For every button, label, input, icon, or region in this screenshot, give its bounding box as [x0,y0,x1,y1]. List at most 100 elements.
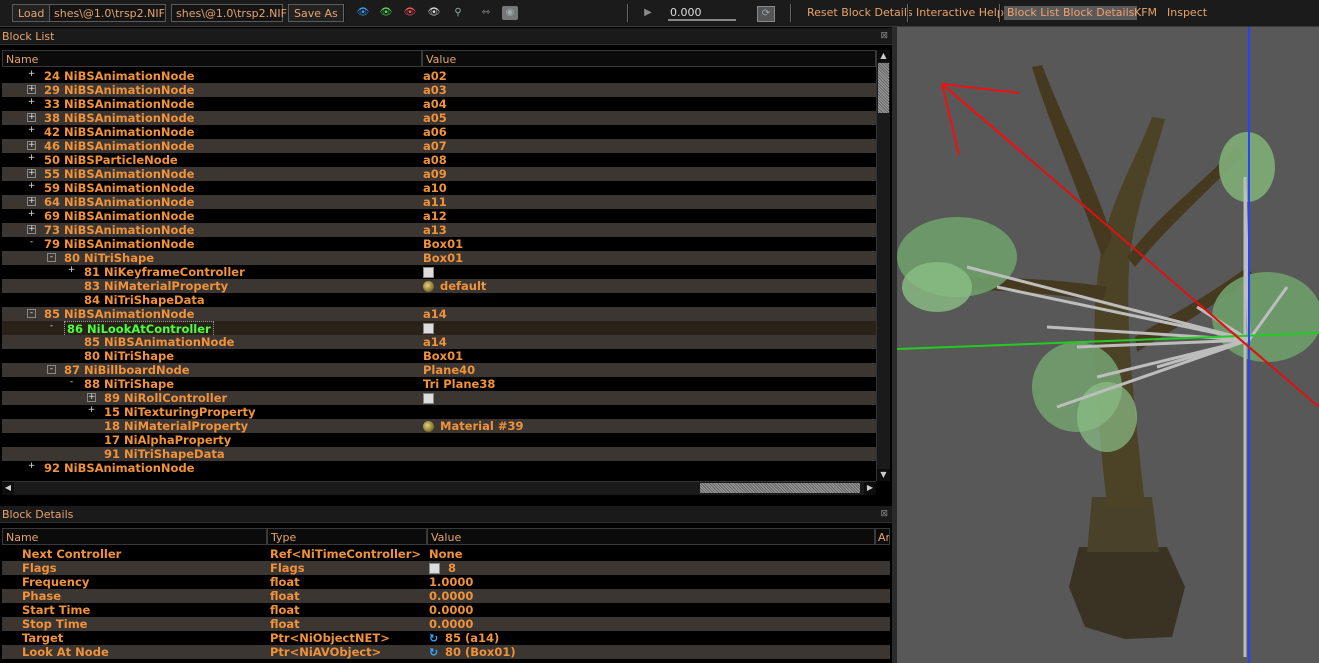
block-row[interactable]: +24 NiBSAnimationNode a02 [2,69,876,83]
expand-icon[interactable]: + [27,462,36,472]
expand-icon[interactable]: + [87,406,96,416]
expand-icon[interactable]: + [87,393,96,402]
expand-icon[interactable]: + [27,85,36,94]
block-row[interactable]: -87 NiBillboardNode Plane40 [2,363,876,377]
flip-icon[interactable]: ⇿ [478,6,494,20]
block-row[interactable]: 91 NiTriShapeData [2,447,876,461]
detail-value[interactable]: 1.0000 [429,575,473,589]
view-user-icon[interactable]: 👁 [426,6,442,20]
block-row[interactable]: +46 NiBSAnimationNode a07 [2,139,876,153]
detail-value[interactable]: ↻ 85 (a14) [429,631,499,645]
block-row[interactable]: 80 NiTriShape Box01 [2,349,876,363]
block-row[interactable]: 85 NiBSAnimationNode a14 [2,335,876,349]
detail-value[interactable]: None [429,547,463,561]
detail-row[interactable]: Start Time float 0.0000 [2,603,890,617]
details-header-extra[interactable]: An [875,528,890,545]
block-details-toggle[interactable]: Block Details [1060,6,1138,20]
block-row[interactable]: +81 NiKeyframeController [2,265,876,279]
render-viewport[interactable] [897,27,1319,663]
block-row[interactable]: -86 NiLookAtController [2,321,876,337]
kfm-button[interactable]: KFM [1134,4,1157,22]
detail-row[interactable]: Next Controller Ref<NiTimeController> None [2,547,890,561]
block-row[interactable]: +59 NiBSAnimationNode a10 [2,181,876,195]
detail-value[interactable]: 0.0000 [429,603,473,617]
close-icon[interactable]: ⊠ [880,28,888,45]
detail-row[interactable]: Flags Flags 8 [2,561,890,575]
expand-icon[interactable]: + [27,70,36,80]
block-row[interactable]: +50 NiBSParticleNode a08 [2,153,876,167]
scroll-left-icon[interactable]: ◀ [2,482,14,495]
close-icon[interactable]: ⊠ [880,506,888,523]
view-side-icon[interactable]: 👁 [378,6,394,20]
block-row[interactable]: +29 NiBSAnimationNode a03 [2,83,876,97]
expand-icon[interactable]: + [27,113,36,122]
block-row[interactable]: 83 NiMaterialProperty default [2,279,876,293]
block-row[interactable]: -79 NiBSAnimationNode Box01 [2,237,876,251]
block-row[interactable]: -80 NiTriShape Box01 [2,251,876,265]
detail-value[interactable]: 8 [429,561,456,575]
scroll-thumb[interactable] [878,63,889,113]
block-list-vscroll[interactable]: ▲ ▼ [876,50,890,481]
block-row[interactable]: +33 NiBSAnimationNode a04 [2,97,876,111]
detail-row[interactable]: Phase float 0.0000 [2,589,890,603]
collapse-icon[interactable]: - [47,253,56,262]
detail-value[interactable]: 0.0000 [429,617,473,631]
details-header-name[interactable]: Name [2,528,267,545]
expand-icon[interactable]: + [27,141,36,150]
save-as-button[interactable]: Save As [288,4,344,22]
perspective-icon[interactable]: ◉ [502,6,518,20]
block-list-toggle[interactable]: Block List [1004,6,1063,20]
detail-row[interactable]: Look At Node Ptr<NiAVObject> ↻ 80 (Box01) [2,645,890,659]
block-row[interactable]: +92 NiBSAnimationNode [2,461,876,475]
scroll-up-icon[interactable]: ▲ [877,50,890,62]
block-row[interactable]: 84 NiTriShapeData [2,293,876,307]
load-button[interactable]: Load [12,4,51,22]
inspect-button[interactable]: Inspect [1167,4,1207,22]
view-top-icon[interactable]: 👁 [402,6,418,20]
detail-value[interactable]: ↻ 80 (Box01) [429,645,516,659]
expand-icon[interactable]: + [27,154,36,164]
expand-icon[interactable]: + [67,266,76,276]
scroll-right-icon[interactable]: ▶ [864,482,876,495]
collapse-icon[interactable]: - [67,378,76,388]
detail-row[interactable]: Stop Time float 0.0000 [2,617,890,631]
block-row[interactable]: -85 NiBSAnimationNode a14 [2,307,876,321]
block-row[interactable]: +69 NiBSAnimationNode a12 [2,209,876,223]
collapse-icon[interactable]: - [47,365,56,374]
column-header-name[interactable]: Name [2,50,422,67]
block-row[interactable]: +89 NiRollController [2,391,876,405]
collapse-icon[interactable]: - [27,238,36,248]
reset-block-details-button[interactable]: Reset Block Details [807,4,913,22]
view-front-icon[interactable]: 👁 [355,6,371,20]
save-path-field[interactable]: shes\@1.0\trsp2.NIF [171,4,287,22]
interactive-help-button[interactable]: Interactive Help [916,4,1004,22]
block-row[interactable]: +38 NiBSAnimationNode a05 [2,111,876,125]
block-row[interactable]: +15 NiTexturingProperty [2,405,876,419]
load-path-field[interactable]: shes\@1.0\trsp2.NIF [49,4,166,22]
block-row[interactable]: +64 NiBSAnimationNode a11 [2,195,876,209]
block-row[interactable]: 17 NiAlphaProperty [2,433,876,447]
block-row[interactable]: +42 NiBSAnimationNode a06 [2,125,876,139]
column-header-value[interactable]: Value [422,50,876,67]
block-row[interactable]: +55 NiBSAnimationNode a09 [2,167,876,181]
expand-icon[interactable]: + [27,197,36,206]
collapse-icon[interactable]: - [47,322,56,332]
block-row[interactable]: +73 NiBSAnimationNode a13 [2,223,876,237]
expand-icon[interactable]: + [27,225,36,234]
play-icon[interactable]: ▶ [640,6,656,20]
detail-row[interactable]: Target Ptr<NiObjectNET> ↻ 85 (a14) [2,631,890,645]
expand-icon[interactable]: + [27,126,36,136]
details-header-value[interactable]: Value [427,528,875,545]
block-row[interactable]: 18 NiMaterialProperty Material #39 [2,419,876,433]
collapse-icon[interactable]: - [27,309,36,318]
block-list-hscroll[interactable]: ◀ ▶ [2,481,876,495]
time-slider[interactable] [668,19,736,21]
hscroll-thumb[interactable] [700,483,860,493]
detail-row[interactable]: Frequency float 1.0000 [2,575,890,589]
expand-icon[interactable]: + [27,169,36,178]
details-header-type[interactable]: Type [267,528,427,545]
walk-icon[interactable]: ⚲ [450,6,466,20]
expand-icon[interactable]: + [27,98,36,108]
scroll-down-icon[interactable]: ▼ [877,469,890,481]
detail-value[interactable]: 0.0000 [429,589,473,603]
